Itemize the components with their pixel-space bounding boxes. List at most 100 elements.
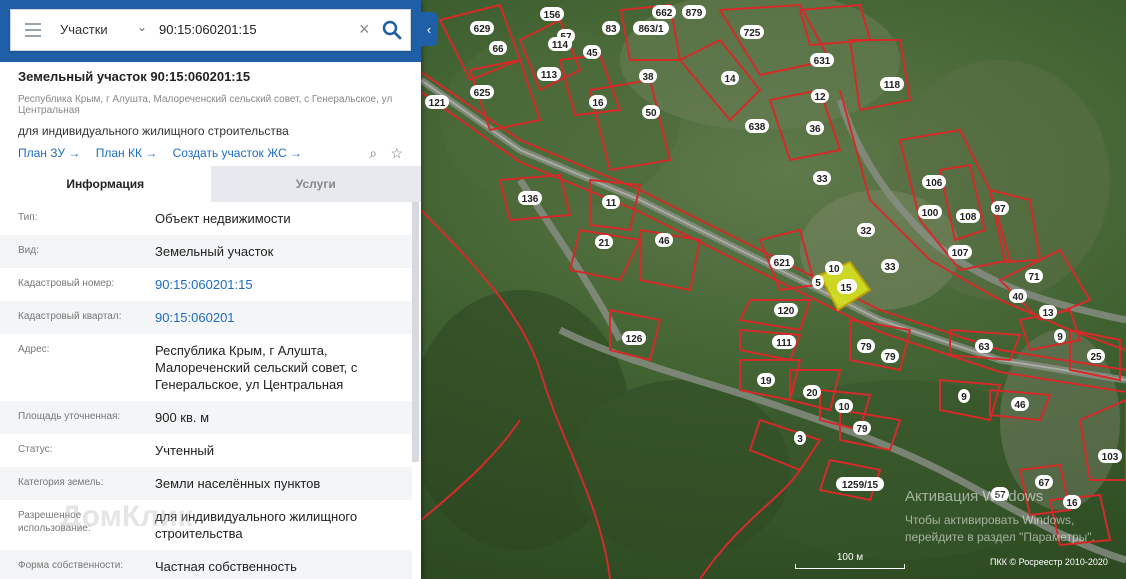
lot-label[interactable]: 725 [744, 28, 761, 39]
map-copyright: ПКК © Росреестр 2010-2020 [990, 557, 1108, 567]
lot-label[interactable]: 97 [994, 204, 1006, 215]
lot-label[interactable]: 71 [1028, 272, 1040, 283]
lot-label[interactable]: 25 [1090, 352, 1102, 363]
cadastral-quarter-link[interactable]: 90:15:060201 [155, 309, 395, 326]
lot-label[interactable]: 36 [809, 124, 821, 135]
lot-label[interactable]: 46 [658, 236, 670, 247]
lot-label[interactable]: 662 [656, 8, 673, 19]
lot-label[interactable]: 38 [642, 72, 654, 83]
lot-label[interactable]: 136 [522, 194, 539, 205]
search-type-select[interactable]: Участки [60, 22, 108, 37]
info-row: Статус: Учтенный [0, 434, 412, 467]
lot-label[interactable]: 114 [552, 40, 569, 51]
search-icon[interactable] [378, 16, 406, 44]
lot-label[interactable]: 79 [860, 342, 872, 353]
lot-label[interactable]: 625 [474, 88, 491, 99]
lot-address: Республика Крым, г Алушта, Малореченский… [18, 94, 393, 116]
info-row: Вид: Земельный участок [0, 235, 412, 268]
info-value: 900 кв. м [155, 410, 210, 425]
tab-services[interactable]: Услуги [210, 166, 421, 202]
lot-label[interactable]: 621 [774, 258, 791, 269]
lot-label[interactable]: 106 [926, 178, 943, 189]
lot-label[interactable]: 863/1 [638, 24, 663, 35]
info-key: Тип: [18, 212, 38, 223]
collapse-panel-button[interactable]: ‹ [421, 12, 437, 46]
plan-kk-link[interactable]: План КК → [96, 146, 158, 160]
lot-label[interactable]: 638 [749, 122, 766, 133]
lot-label[interactable]: 126 [626, 334, 643, 345]
info-row: Форма собственности: Частная собственност… [0, 550, 412, 579]
lot-label[interactable]: 79 [884, 352, 896, 363]
cadastral-number-link[interactable]: 90:15:060201:15 [155, 276, 395, 293]
info-row: Категория земель: Земли населённых пункто… [0, 467, 412, 500]
lot-label[interactable]: 10 [838, 402, 850, 413]
lot-label[interactable]: 13 [1042, 308, 1054, 319]
lot-label[interactable]: 3 [797, 434, 803, 445]
lot-label[interactable]: 21 [598, 238, 610, 249]
chevron-down-icon[interactable]: ⌄ [137, 20, 147, 34]
close-icon[interactable]: × [359, 19, 370, 40]
info-key: Статус: [18, 444, 53, 455]
info-value: Земли населённых пунктов [155, 476, 321, 491]
windows-activation-title: Активация Windows [905, 488, 1044, 505]
info-key: Категория земель: [18, 477, 104, 488]
lot-label[interactable]: 121 [429, 98, 446, 109]
plan-zu-link[interactable]: План ЗУ → [18, 146, 80, 160]
lot-label[interactable]: 120 [778, 306, 795, 317]
lot-label[interactable]: 32 [860, 226, 872, 237]
lot-label[interactable]: 5 [815, 278, 821, 289]
lot-label[interactable]: 20 [806, 388, 818, 399]
star-icon[interactable]: ☆ [390, 145, 403, 162]
zoom-to-lot-icon[interactable]: ⌕ [369, 145, 377, 162]
lot-label[interactable]: 63 [978, 342, 990, 353]
tab-information[interactable]: Информация [0, 166, 211, 202]
create-lot-link[interactable]: Создать участок ЖС → [173, 146, 302, 160]
menu-icon[interactable] [25, 23, 41, 37]
lot-label[interactable]: 16 [1066, 498, 1078, 509]
info-value: Земельный участок [155, 244, 274, 259]
lot-header: Земельный участок 90:15:060201:15 Респуб… [0, 62, 421, 170]
lot-label[interactable]: 111 [776, 338, 792, 349]
scrollbar[interactable] [412, 202, 419, 462]
lot-label[interactable]: 879 [686, 8, 703, 19]
lot-label[interactable]: 45 [586, 48, 598, 59]
lot-label[interactable]: 33 [884, 262, 896, 273]
lot-label[interactable]: 9 [961, 392, 967, 403]
lot-label[interactable]: 79 [856, 424, 868, 435]
lot-label[interactable]: 11 [606, 198, 617, 209]
lot-label[interactable]: 629 [474, 24, 491, 35]
lot-label[interactable]: 103 [1102, 452, 1119, 463]
lot-label[interactable]: 9 [1057, 332, 1063, 343]
lot-label[interactable]: 66 [492, 44, 504, 55]
lot-label[interactable]: 19 [760, 376, 772, 387]
selected-lot-label[interactable]: 15 [840, 283, 852, 294]
scale-bar [795, 564, 905, 569]
lot-label[interactable]: 14 [724, 74, 736, 85]
lot-label[interactable]: 12 [814, 92, 826, 103]
lot-label[interactable]: 118 [884, 80, 901, 91]
lot-label[interactable]: 100 [922, 208, 939, 219]
lot-label[interactable]: 83 [605, 24, 617, 35]
lot-label[interactable]: 10 [828, 264, 840, 275]
lot-label[interactable]: 46 [1014, 400, 1026, 411]
lot-label[interactable]: 16 [592, 98, 604, 109]
info-key: Вид: [18, 245, 39, 256]
info-row: Адрес: Республика Крым, г Алушта, Малореч… [0, 334, 412, 401]
lot-label[interactable]: 113 [541, 70, 558, 81]
search-bar[interactable]: Участки ⌄ 90:15:060201:15 × [10, 9, 411, 51]
info-row: Кадастровый номер: 90:15:060201:15 [0, 268, 412, 301]
search-input[interactable]: 90:15:060201:15 [159, 22, 257, 37]
info-key: Адрес: [18, 344, 50, 355]
lot-label[interactable]: 40 [1012, 292, 1024, 303]
info-key: Форма собственности: [18, 560, 124, 571]
lot-label[interactable]: 50 [645, 108, 657, 119]
lot-label[interactable]: 156 [544, 10, 561, 21]
lot-label[interactable]: 108 [960, 212, 977, 223]
windows-activation-text: Чтобы активировать Windows, перейдите в … [905, 513, 1095, 544]
info-value: Учтенный [155, 443, 215, 458]
lot-label[interactable]: 107 [952, 248, 969, 259]
info-panel: Участки ⌄ 90:15:060201:15 × Земельный уч… [0, 0, 421, 579]
lot-label[interactable]: 631 [814, 56, 831, 67]
lot-label[interactable]: 1259/15 [842, 480, 879, 491]
lot-label[interactable]: 33 [816, 174, 828, 185]
